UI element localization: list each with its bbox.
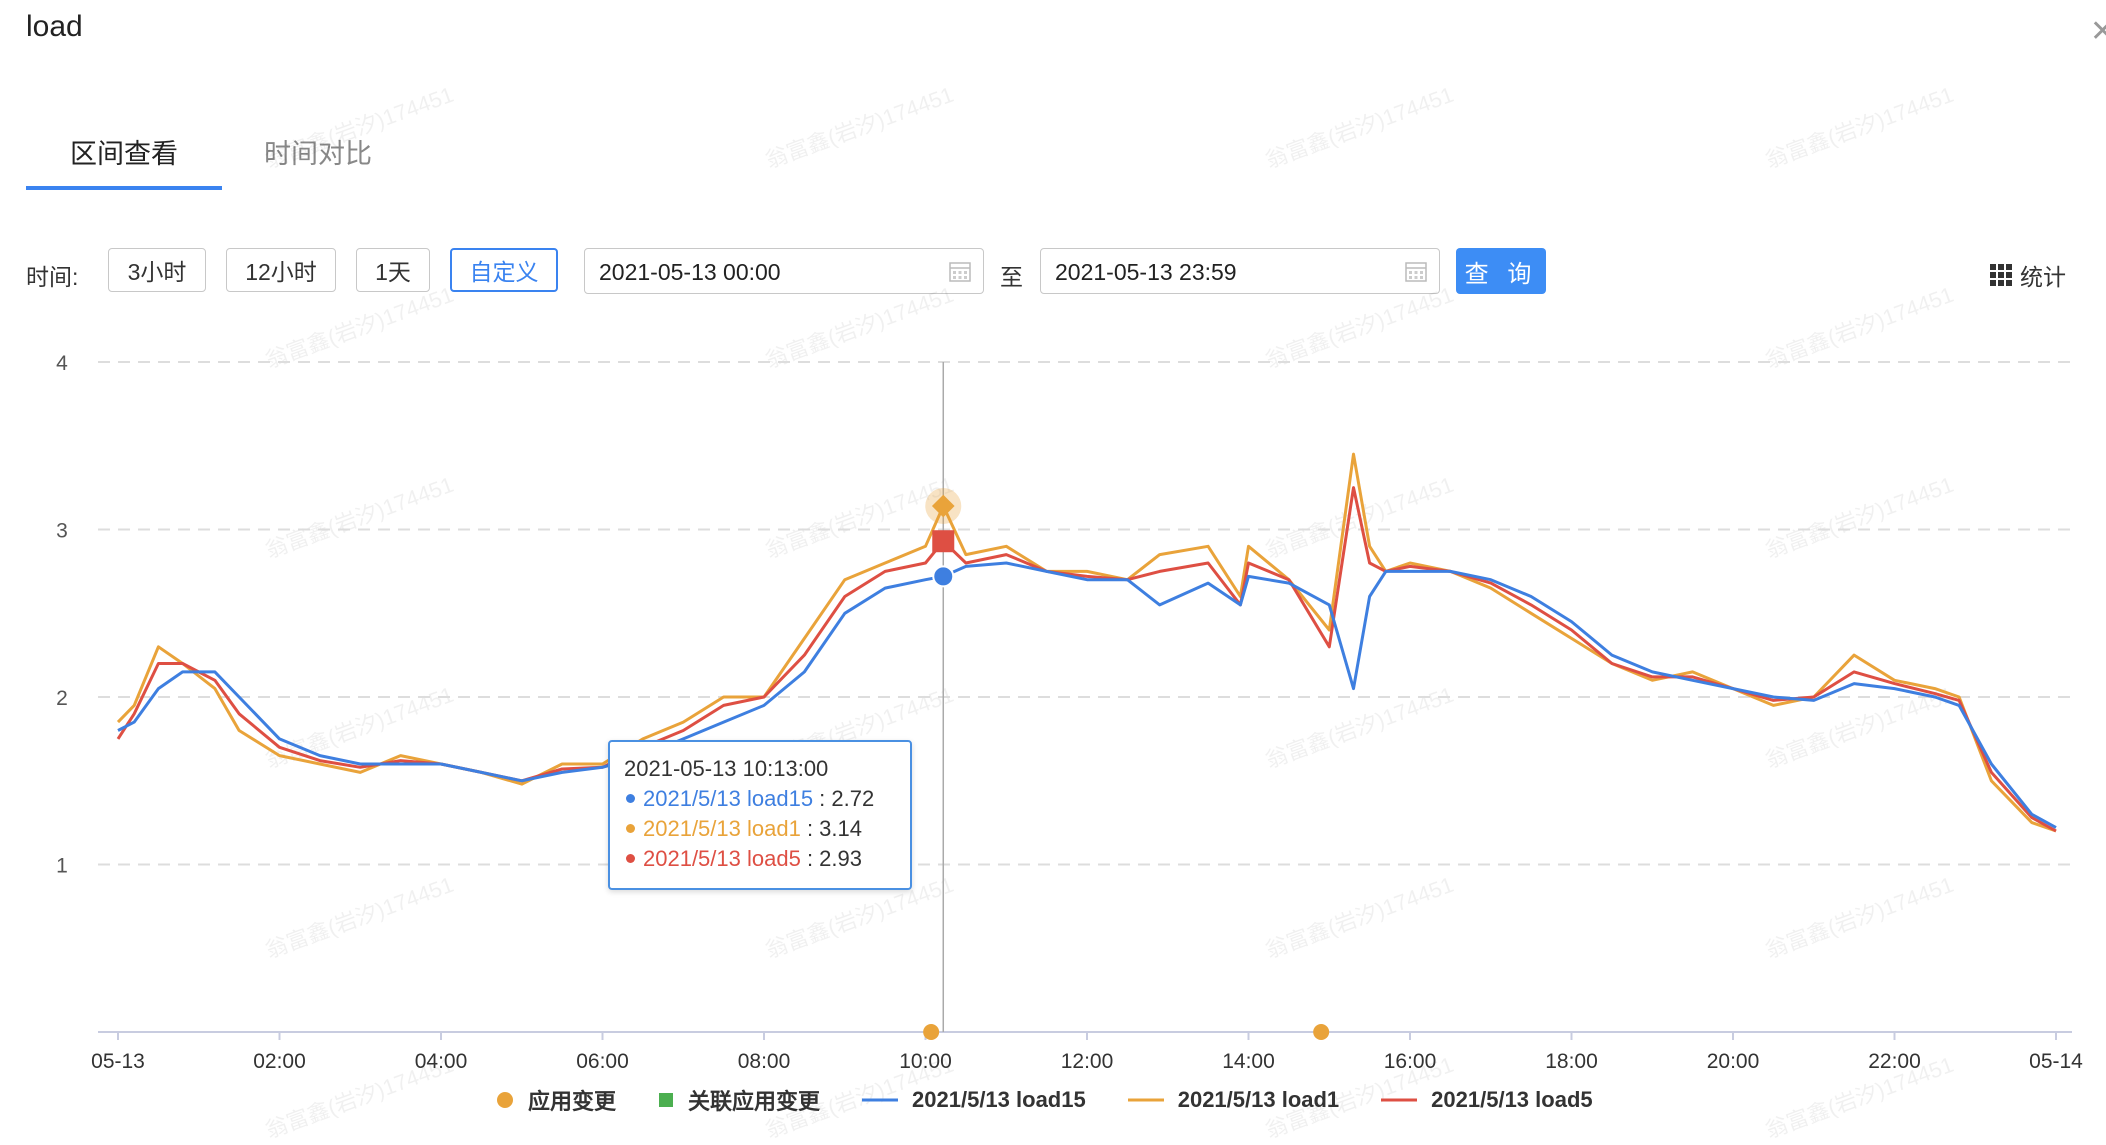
end-date-input[interactable]: 2021-05-13 23:59 (1040, 248, 1440, 294)
hover-marker-load5 (932, 530, 955, 553)
stats-label: 统计 (2020, 264, 2066, 290)
x-tick-label: 14:00 (1222, 1050, 1275, 1073)
tooltip-row-load1: 2021/5/13 load1 : 3.14 (624, 816, 896, 846)
chart-legend: 应用变更 关联应用变更 2021/5/13 load15 2021/5/13 l… (496, 1084, 1635, 1116)
tab-range-view[interactable]: 区间查看 (70, 132, 178, 171)
x-tick-label: 10:00 (899, 1050, 952, 1073)
tooltip-row-load5: 2021/5/13 load5 : 2.93 (624, 846, 896, 876)
y-tick-label: 4 (56, 352, 68, 375)
chart-tooltip: 2021-05-13 10:13:00 2021/5/13 load15 : 2… (608, 740, 912, 890)
x-tick-label: 16:00 (1384, 1050, 1437, 1073)
y-tick-label: 1 (56, 855, 68, 878)
line-icon (1127, 1098, 1164, 1102)
close-icon[interactable]: ✕ (2090, 14, 2106, 49)
range-3h-button[interactable]: 3小时 (108, 248, 206, 292)
legend-item-load5[interactable]: 2021/5/13 load5 (1381, 1087, 1593, 1113)
legend-item-load15[interactable]: 2021/5/13 load15 (862, 1087, 1086, 1113)
x-tick-label: 02:00 (253, 1050, 306, 1073)
y-tick-label: 3 (56, 520, 68, 543)
calendar-icon[interactable] (949, 260, 971, 282)
grid-icon (1990, 264, 2012, 286)
legend-item-app-change[interactable]: 应用变更 (496, 1084, 616, 1116)
square-icon (659, 1093, 674, 1107)
tooltip-row-load15: 2021/5/13 load15 : 2.72 (624, 786, 896, 816)
x-tick-label: 08:00 (738, 1050, 791, 1073)
hover-marker-load15 (932, 565, 955, 588)
change-event-marker (1313, 1024, 1330, 1040)
range-1d-button[interactable]: 1天 (356, 248, 430, 292)
x-tick-label: 20:00 (1707, 1050, 1760, 1073)
range-12h-button[interactable]: 12小时 (226, 248, 336, 292)
y-tick-label: 2 (56, 687, 68, 710)
series-line-2021-5-13-load5 (116, 486, 2057, 833)
x-tick-label: 22:00 (1868, 1050, 1921, 1073)
series-line-2021-5-13-load1 (116, 452, 2057, 833)
range-separator: 至 (1000, 264, 1023, 290)
change-event-marker (923, 1024, 940, 1040)
series-dot-icon (626, 854, 635, 863)
circle-icon (497, 1092, 513, 1108)
x-tick-label: 18:00 (1545, 1050, 1598, 1073)
start-date-value: 2021-05-13 00:00 (599, 259, 781, 285)
tooltip-time: 2021-05-13 10:13:00 (624, 756, 829, 781)
range-custom-button[interactable]: 自定义 (450, 248, 558, 292)
window-title: load (26, 10, 83, 43)
calendar-icon[interactable] (1405, 260, 1427, 282)
line-icon (1381, 1098, 1418, 1102)
active-tab-indicator (26, 186, 222, 190)
series-dot-icon (626, 824, 635, 833)
time-label: 时间: (26, 264, 79, 290)
end-date-value: 2021-05-13 23:59 (1055, 259, 1237, 285)
legend-item-load1[interactable]: 2021/5/13 load1 (1127, 1087, 1339, 1113)
x-tick-label: 04:00 (415, 1050, 468, 1073)
toolbar: 时间: 3小时 12小时 1天 自定义 2021-05-13 00:00 至 2… (26, 248, 2086, 296)
series-dot-icon (626, 794, 635, 803)
stats-button[interactable]: 统计 (1990, 258, 2066, 292)
x-tick-label: 06:00 (576, 1050, 629, 1073)
legend-item-related-app-change[interactable]: 关联应用变更 (658, 1084, 820, 1116)
x-tick-label: 12:00 (1061, 1050, 1114, 1073)
series-line-2021-5-13-load15 (117, 561, 2057, 829)
x-tick-label: 05-13 (91, 1050, 145, 1073)
query-button[interactable]: 查 询 (1456, 248, 1546, 294)
x-tick-label: 05-14 (2029, 1050, 2083, 1073)
load-chart[interactable]: 1 2 3 4 05-13 02:00 04:00 06:00 08:00 10:00 12:00 1… (0, 330, 2106, 1090)
line-icon (862, 1098, 899, 1102)
